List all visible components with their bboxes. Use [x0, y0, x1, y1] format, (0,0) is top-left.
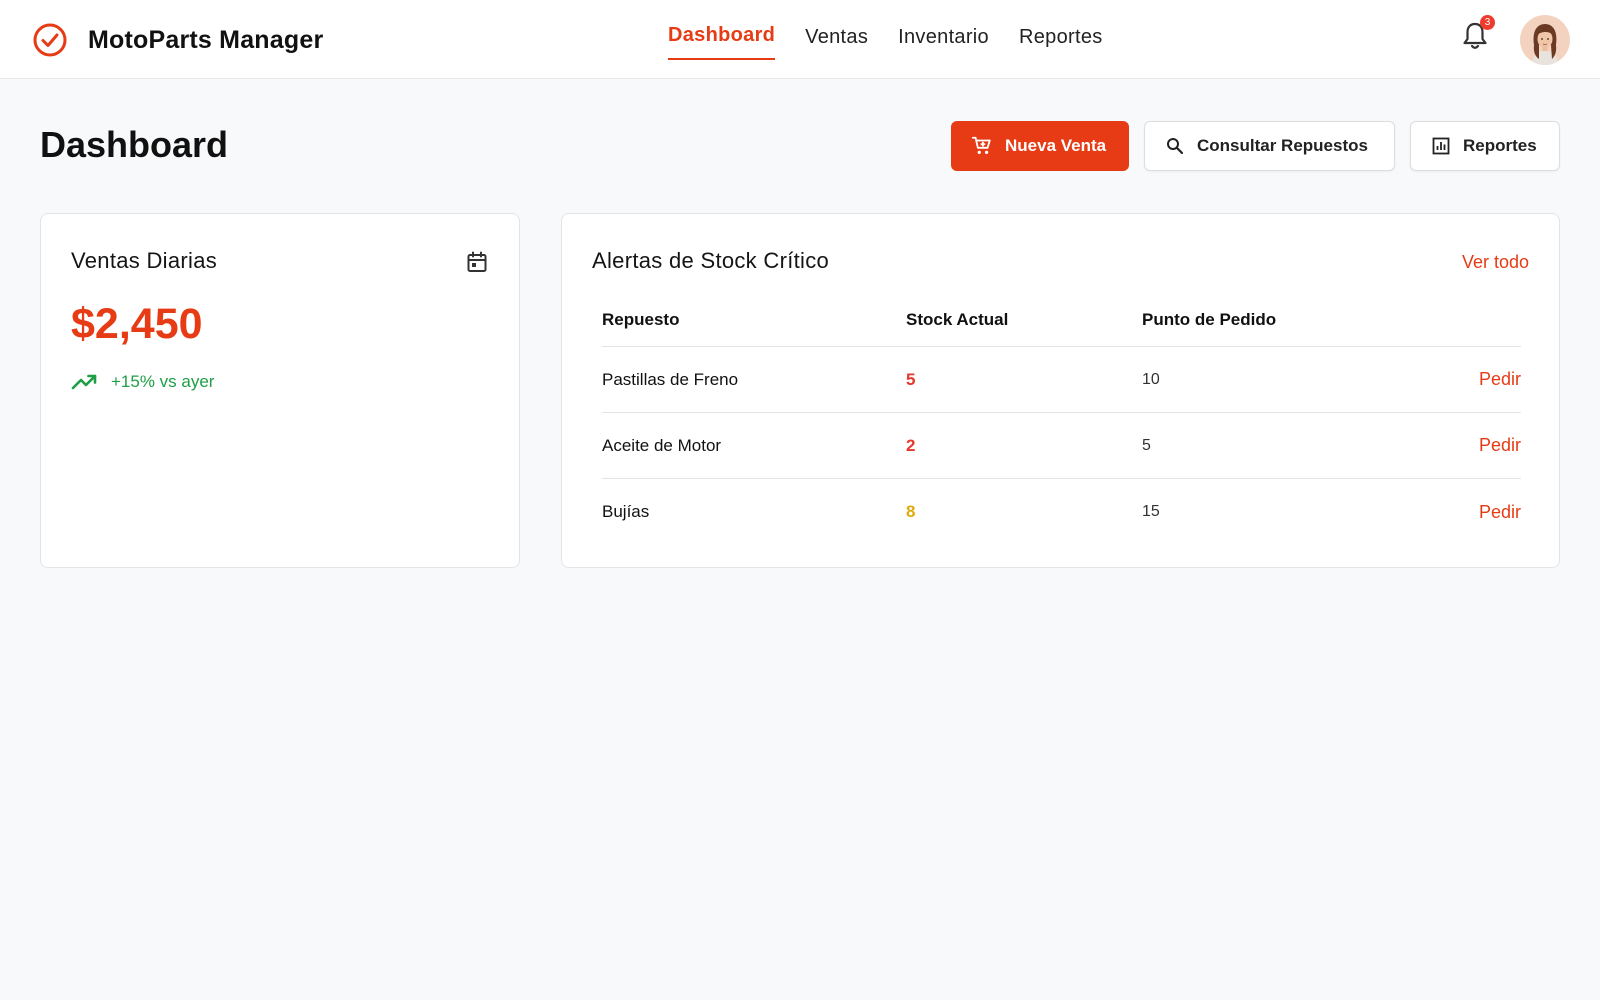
bar-chart-icon: [1432, 137, 1450, 155]
logo-check-icon: [33, 23, 67, 57]
app-name: MotoParts Manager: [88, 25, 324, 54]
stock-alerts-title: Alertas de Stock Crítico: [592, 248, 830, 273]
see-all-link[interactable]: Ver todo: [1462, 252, 1529, 273]
daily-sales-card: Ventas Diarias $2,450 +15% vs ayer: [40, 213, 520, 568]
order-link[interactable]: Pedir: [1479, 502, 1521, 522]
avatar-portrait-icon: [1520, 15, 1570, 65]
reports-label: Reportes: [1463, 136, 1537, 155]
part-name: Aceite de Motor: [602, 435, 722, 455]
table-row: Aceite de Motor 2 5 Pedir: [602, 413, 1521, 479]
column-header-stock: Stock Actual: [906, 310, 1009, 329]
search-icon: [1167, 138, 1184, 155]
order-link[interactable]: Pedir: [1479, 435, 1521, 455]
search-parts-button[interactable]: Consultar Repuestos: [1144, 121, 1395, 171]
daily-sales-title: Ventas Diarias: [71, 248, 218, 273]
table-row: Pastillas de Freno 5 10 Pedir: [602, 347, 1521, 413]
cart-icon: [971, 136, 991, 155]
new-sale-button[interactable]: Nueva Venta: [951, 121, 1129, 171]
reorder-point: 5: [1142, 436, 1151, 454]
order-link[interactable]: Pedir: [1479, 369, 1521, 389]
new-sale-label: Nueva Venta: [1005, 136, 1107, 155]
daily-sales-amount: $2,450: [71, 300, 203, 348]
nav-inventario[interactable]: Inventario: [898, 22, 989, 60]
search-parts-label: Consultar Repuestos: [1197, 136, 1368, 155]
brand[interactable]: MotoParts Manager: [32, 22, 323, 58]
table-row: Bujías 8 15 Pedir: [602, 479, 1521, 545]
calendar-icon[interactable]: [465, 250, 489, 274]
reorder-point: 10: [1142, 370, 1160, 388]
main-nav: Dashboard Ventas Inventario Reportes: [668, 22, 1133, 60]
user-avatar[interactable]: [1520, 15, 1570, 65]
nav-dashboard[interactable]: Dashboard: [668, 22, 776, 60]
stock-value: 5: [906, 369, 916, 389]
sales-trend-text: +15% vs ayer: [111, 372, 215, 391]
reports-button[interactable]: Reportes: [1410, 121, 1560, 171]
part-name: Bujías: [602, 502, 650, 521]
table-header-row: Repuesto Stock Actual Punto de Pedido: [602, 294, 1521, 347]
trending-up-icon: [71, 374, 97, 390]
reorder-point: 15: [1142, 503, 1160, 520]
notification-badge: 3: [1480, 15, 1495, 30]
stock-alerts-card: Alertas de Stock Crítico Ver todo Repues…: [561, 213, 1560, 568]
top-navbar: MotoParts Manager Dashboard Ventas Inven…: [0, 0, 1600, 79]
stock-value: 8: [906, 502, 916, 521]
nav-ventas[interactable]: Ventas: [805, 22, 868, 60]
column-header-reorder: Punto de Pedido: [1142, 310, 1277, 329]
stock-alerts-table: Repuesto Stock Actual Punto de Pedido Pa…: [602, 294, 1521, 545]
column-header-part: Repuesto: [602, 310, 680, 329]
sales-trend: +15% vs ayer: [71, 372, 214, 392]
stock-value: 2: [906, 435, 916, 455]
page-title: Dashboard: [40, 124, 229, 165]
part-name: Pastillas de Freno: [602, 369, 739, 389]
nav-reportes[interactable]: Reportes: [1019, 22, 1103, 60]
